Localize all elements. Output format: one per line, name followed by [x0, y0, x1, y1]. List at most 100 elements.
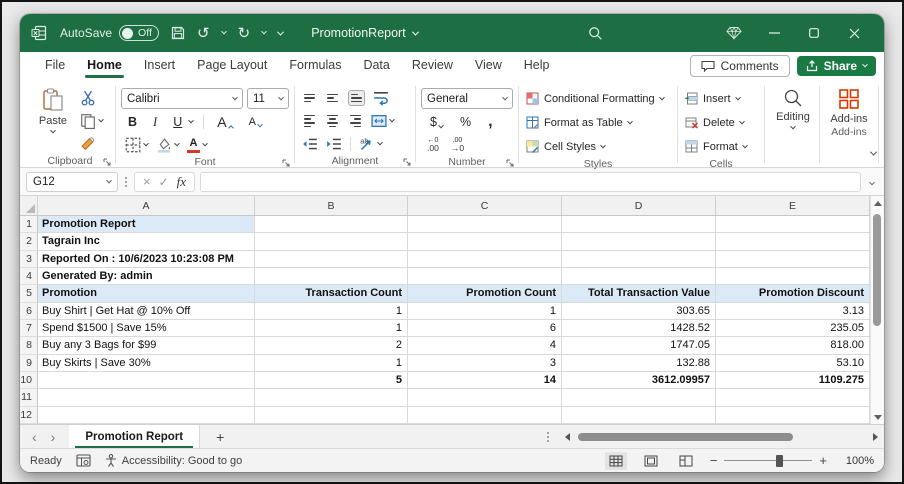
cell-C9[interactable]: 3: [408, 355, 562, 372]
row-header-8[interactable]: 8: [20, 337, 38, 354]
prev-sheet-button[interactable]: ‹: [32, 429, 37, 445]
vertical-scroll-thumb[interactable]: [873, 214, 881, 326]
cell-C8[interactable]: 4: [408, 337, 562, 354]
redo-icon[interactable]: ↻: [238, 26, 251, 41]
format-cells-button[interactable]: Format: [685, 136, 759, 157]
row-header-7[interactable]: 7: [20, 320, 38, 337]
decrease-indent-button[interactable]: [302, 134, 318, 154]
cell-D8[interactable]: 1747.05: [562, 337, 716, 354]
scroll-down-button[interactable]: [871, 410, 884, 424]
align-middle-button[interactable]: [325, 91, 340, 106]
grow-font-button[interactable]: A: [214, 114, 235, 130]
wrap-text-button[interactable]: [373, 88, 389, 108]
cut-button[interactable]: [80, 88, 103, 108]
fill-color-dropdown-icon[interactable]: [174, 141, 180, 147]
currency-button[interactable]: $: [427, 115, 446, 129]
cell-A12[interactable]: [38, 407, 255, 424]
search-icon[interactable]: [588, 26, 603, 41]
cell-E6[interactable]: 3.13: [716, 303, 870, 320]
h-scroll-right-button[interactable]: [873, 433, 878, 441]
row-header-10[interactable]: 10: [20, 372, 38, 389]
cell-C6[interactable]: 1: [408, 303, 562, 320]
percent-button[interactable]: %: [457, 115, 474, 129]
insert-function-button[interactable]: fx: [177, 174, 186, 190]
cell-A9[interactable]: Buy Skirts | Save 30%: [38, 355, 255, 372]
font-dialog-launcher-icon[interactable]: [282, 159, 290, 167]
align-top-button[interactable]: [302, 91, 317, 106]
cell-C3[interactable]: [408, 251, 562, 268]
cell-E12[interactable]: [716, 407, 870, 424]
cell-E3[interactable]: [716, 251, 870, 268]
cell-A7[interactable]: Spend $1500 | Save 15%: [38, 320, 255, 337]
row-header-11[interactable]: 11: [20, 389, 38, 406]
column-header-A[interactable]: A: [38, 196, 255, 215]
page-break-view-button[interactable]: [675, 452, 697, 470]
cell-A4[interactable]: Generated By: admin: [38, 268, 255, 285]
share-button[interactable]: Share: [797, 56, 876, 76]
cell-A5[interactable]: Promotion: [38, 285, 255, 302]
cell-D11[interactable]: [562, 389, 716, 406]
row-header-2[interactable]: 2: [20, 233, 38, 250]
cell-C12[interactable]: [408, 407, 562, 424]
font-color-dropdown-icon[interactable]: [202, 141, 208, 147]
underline-button[interactable]: U: [170, 115, 185, 129]
cell-D6[interactable]: 303.65: [562, 303, 716, 320]
cell-D3[interactable]: [562, 251, 716, 268]
cell-B11[interactable]: [255, 389, 408, 406]
cell-E9[interactable]: 53.10: [716, 355, 870, 372]
underline-dropdown-icon[interactable]: [188, 118, 194, 124]
cell-A2[interactable]: Tagrain Inc: [38, 233, 255, 250]
vertical-scrollbar[interactable]: [870, 196, 884, 424]
autosave-toggle[interactable]: Off: [119, 25, 159, 41]
cell-C1[interactable]: [408, 216, 562, 233]
sheet-tab-active[interactable]: Promotion Report: [69, 425, 200, 448]
cell-E7[interactable]: 235.05: [716, 320, 870, 337]
cell-A11[interactable]: [38, 389, 255, 406]
page-layout-view-button[interactable]: [640, 452, 662, 470]
horizontal-scroll-thumb[interactable]: [578, 433, 793, 441]
next-sheet-button[interactable]: ›: [51, 429, 56, 445]
number-dialog-launcher-icon[interactable]: [506, 159, 514, 167]
orientation-button[interactable]: ab: [359, 134, 382, 154]
merge-center-button[interactable]: [371, 111, 394, 131]
decrease-decimal-button[interactable]: .00→0: [451, 137, 464, 153]
cell-B10[interactable]: 5: [255, 372, 408, 389]
h-scroll-left-button[interactable]: [565, 433, 570, 441]
merge-dropdown-icon[interactable]: [389, 117, 395, 123]
share-dropdown-icon[interactable]: [862, 62, 868, 68]
cell-D2[interactable]: [562, 233, 716, 250]
tab-view[interactable]: View: [464, 54, 513, 78]
cell-B2[interactable]: [255, 233, 408, 250]
copy-button[interactable]: [80, 111, 103, 131]
alignment-dialog-launcher-icon[interactable]: [403, 158, 411, 166]
tab-data[interactable]: Data: [352, 54, 400, 78]
format-painter-button[interactable]: [80, 134, 103, 154]
column-header-E[interactable]: E: [716, 196, 870, 215]
cell-A10[interactable]: [38, 372, 255, 389]
zoom-slider[interactable]: [724, 460, 812, 462]
cell-C7[interactable]: 6: [408, 320, 562, 337]
cell-B5[interactable]: Transaction Count: [255, 285, 408, 302]
orientation-dropdown-icon[interactable]: [377, 140, 383, 146]
format-as-table-button[interactable]: Format as Table: [526, 112, 672, 133]
align-right-button[interactable]: [348, 112, 363, 130]
tab-insert[interactable]: Insert: [133, 54, 186, 78]
increase-indent-button[interactable]: [326, 134, 342, 154]
cell-D7[interactable]: 1428.52: [562, 320, 716, 337]
increase-decimal-button[interactable]: ←0.00: [427, 137, 439, 153]
cell-E11[interactable]: [716, 389, 870, 406]
row-header-6[interactable]: 6: [20, 303, 38, 320]
cell-A3[interactable]: Reported On : 10/6/2023 10:23:08 PM: [38, 251, 255, 268]
cell-E4[interactable]: [716, 268, 870, 285]
undo-dropdown-icon[interactable]: [221, 29, 227, 35]
add-sheet-button[interactable]: +: [200, 425, 240, 448]
paste-dropdown-icon[interactable]: [50, 128, 56, 134]
cell-D12[interactable]: [562, 407, 716, 424]
cell-D9[interactable]: 132.88: [562, 355, 716, 372]
comments-button[interactable]: Comments: [690, 55, 790, 77]
editing-button[interactable]: Editing: [770, 84, 816, 130]
cell-C2[interactable]: [408, 233, 562, 250]
save-icon[interactable]: [171, 26, 185, 40]
tab-formulas[interactable]: Formulas: [278, 54, 352, 78]
tab-home[interactable]: Home: [76, 54, 133, 78]
